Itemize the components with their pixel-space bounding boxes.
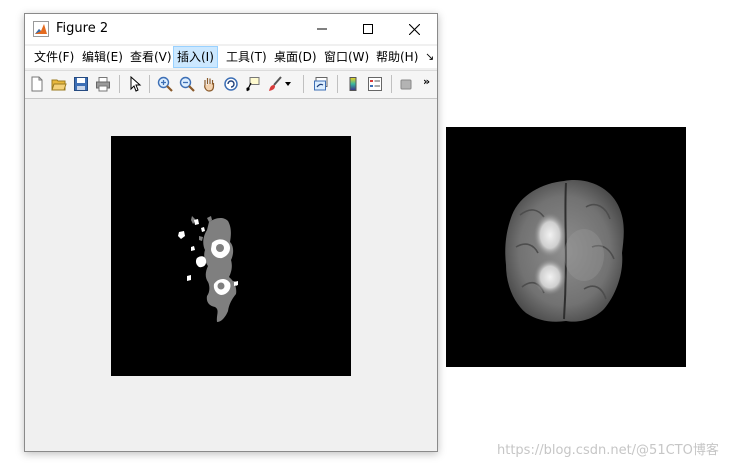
menu-overflow-button[interactable]: ↘ [425, 50, 434, 63]
menu-desktop[interactable]: 桌面(D) [270, 46, 321, 68]
watermark-text: https://blog.csdn.net/@51CTO博客 [497, 443, 719, 458]
pan-icon [204, 78, 215, 92]
new-figure-button[interactable] [27, 74, 47, 94]
print-icon [96, 77, 110, 92]
brush-icon [269, 76, 282, 91]
close-icon [408, 23, 420, 35]
mri-axes [446, 127, 686, 367]
close-button[interactable] [391, 14, 437, 44]
rotate-3d-button[interactable] [221, 74, 241, 94]
edit-plot-button[interactable] [125, 74, 145, 94]
colorbar-icon [349, 77, 357, 91]
print-button[interactable] [93, 74, 113, 94]
property-inspector-button[interactable] [396, 74, 416, 94]
new-figure-icon [31, 76, 43, 92]
brain-mri-image [505, 180, 624, 322]
figure-window: Figure 2 文件(F) 编辑(E) 查看(V) 插入(I) 工具(T) 桌… [24, 13, 438, 452]
menu-tools[interactable]: 工具(T) [222, 46, 271, 68]
menu-bar: 文件(F) 编辑(E) 查看(V) 插入(I) 工具(T) 桌面(D) 窗口(W… [25, 46, 437, 68]
colorbar-button[interactable] [343, 74, 363, 94]
window-title: Figure 2 [56, 21, 109, 36]
save-icon [74, 77, 88, 91]
toolbar-separator [337, 75, 338, 93]
zoom-out-button[interactable] [177, 74, 197, 94]
menu-insert[interactable]: 插入(I) [173, 46, 218, 68]
menu-help[interactable]: 帮助(H) [372, 46, 422, 68]
menu-edit[interactable]: 编辑(E) [78, 46, 127, 68]
matlab-icon [33, 21, 49, 37]
title-bar[interactable]: Figure 2 [25, 14, 437, 44]
maximize-icon [363, 24, 373, 34]
link-plot-button[interactable] [311, 74, 331, 94]
chevron-down-icon [285, 82, 291, 86]
link-plot-icon [314, 77, 328, 91]
legend-button[interactable] [365, 74, 385, 94]
zoom-in-icon [157, 76, 173, 92]
open-file-button[interactable] [49, 74, 69, 94]
segmentation-mask-image [178, 216, 238, 322]
toolbar-separator [119, 75, 120, 93]
legend-icon [368, 77, 382, 91]
figure-canvas [25, 99, 437, 451]
edit-plot-icon [130, 76, 142, 92]
data-cursor-button[interactable] [243, 74, 263, 94]
brush-button[interactable] [265, 74, 285, 94]
menu-file[interactable]: 文件(F) [30, 46, 78, 68]
menu-window[interactable]: 窗口(W) [320, 46, 373, 68]
maximize-button[interactable] [345, 14, 391, 44]
figure-toolbar: » [25, 70, 437, 99]
save-button[interactable] [71, 74, 91, 94]
brush-dropdown-button[interactable] [283, 74, 293, 94]
pan-button[interactable] [199, 74, 219, 94]
rotate-3d-icon [224, 77, 238, 91]
data-cursor-icon [246, 77, 260, 92]
menu-view[interactable]: 查看(V) [126, 46, 176, 68]
segmentation-axes [111, 136, 351, 376]
open-file-icon [51, 79, 67, 91]
property-inspector-icon [400, 79, 412, 90]
toolbar-overflow-button[interactable]: » [423, 75, 430, 88]
minimize-icon [317, 28, 327, 30]
zoom-in-button[interactable] [155, 74, 175, 94]
zoom-out-icon [179, 76, 195, 92]
toolbar-separator [149, 75, 150, 93]
minimize-button[interactable] [299, 14, 345, 44]
toolbar-separator [303, 75, 304, 93]
toolbar-separator [391, 75, 392, 93]
